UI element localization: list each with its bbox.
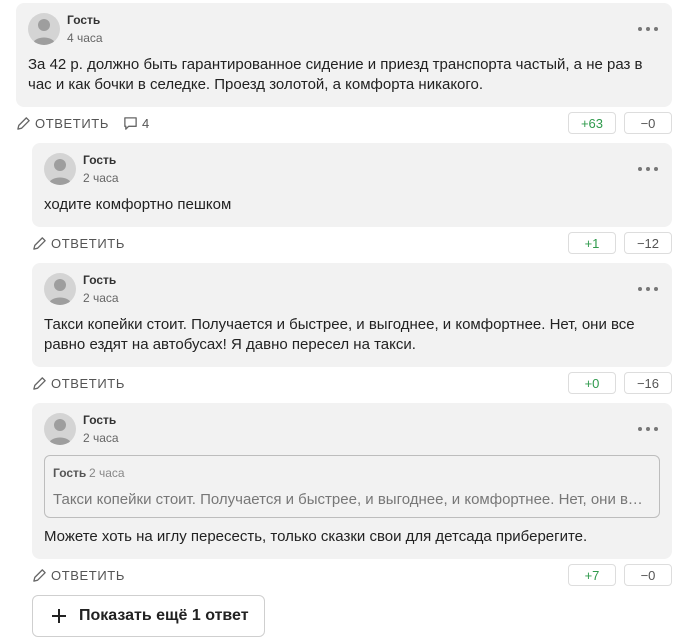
downvote-button[interactable]: −12 <box>624 232 672 254</box>
reply-button[interactable]: ОТВЕТИТЬ <box>32 236 125 251</box>
upvote-button[interactable]: +63 <box>568 112 616 134</box>
downvote-button[interactable]: −16 <box>624 372 672 394</box>
comment-text: Такси копейки стоит. Получается и быстре… <box>44 316 635 353</box>
comment-text: За 42 р. должно быть гарантированное сид… <box>28 56 643 93</box>
comment-author[interactable]: Гость <box>83 413 116 427</box>
more-dots-icon[interactable] <box>638 425 658 433</box>
comment-actions: ОТВЕТИТЬ 4 <box>16 111 150 135</box>
replies-count-button[interactable]: 4 <box>123 116 150 131</box>
more-dots-icon[interactable] <box>638 25 658 33</box>
quoted-comment[interactable]: Гость 2 часа Такси копейки стоит. Получа… <box>44 455 660 518</box>
reply-label: ОТВЕТИТЬ <box>51 375 125 391</box>
upvote-button[interactable]: +1 <box>568 232 616 254</box>
comment-card: Гость 2 часа ходите комфортно пешком <box>32 143 672 227</box>
comment-actions: ОТВЕТИТЬ <box>32 231 125 255</box>
reply-label: ОТВЕТИТЬ <box>51 567 125 583</box>
reply-label: ОТВЕТИТЬ <box>35 115 109 131</box>
avatar[interactable] <box>44 413 76 445</box>
avatar[interactable] <box>28 13 60 45</box>
comment-time: 2 часа <box>83 171 119 185</box>
avatar[interactable] <box>44 153 76 185</box>
more-dots-icon[interactable] <box>638 285 658 293</box>
reply-button[interactable]: ОТВЕТИТЬ <box>32 376 125 391</box>
pencil-icon <box>33 376 46 390</box>
comment-time: 2 часа <box>83 291 119 305</box>
pencil-icon <box>33 568 46 582</box>
show-more-label: Показать ещё 1 ответ <box>79 607 249 624</box>
pencil-icon <box>17 116 30 130</box>
pencil-icon <box>33 236 46 250</box>
comment-author[interactable]: Гость <box>83 153 116 167</box>
downvote-button[interactable]: −0 <box>624 112 672 134</box>
reply-button[interactable]: ОТВЕТИТЬ <box>32 568 125 583</box>
comment-author[interactable]: Гость <box>83 273 116 287</box>
avatar[interactable] <box>44 273 76 305</box>
more-dots-icon[interactable] <box>638 165 658 173</box>
quote-time: 2 часа <box>89 466 125 480</box>
plus-icon <box>52 609 66 623</box>
downvote-button[interactable]: −0 <box>624 564 672 586</box>
comment-icon <box>124 116 137 130</box>
upvote-button[interactable]: +0 <box>568 372 616 394</box>
reply-label: ОТВЕТИТЬ <box>51 235 125 251</box>
comment-card: Гость 2 часа Такси копейки стоит. Получа… <box>32 263 672 367</box>
quote-author: Гость <box>53 466 87 480</box>
comment-actions: ОТВЕТИТЬ <box>32 563 125 587</box>
replies-count: 4 <box>141 115 150 131</box>
comment-text: ходите комфортно пешком <box>44 196 232 213</box>
comment-time: 4 часа <box>67 31 103 45</box>
comment-actions: ОТВЕТИТЬ <box>32 371 125 395</box>
comment-card: Гость 4 часа За 42 р. должно быть гарант… <box>16 3 672 107</box>
comment-time: 2 часа <box>83 431 119 445</box>
comment-author[interactable]: Гость <box>67 13 100 27</box>
comment-text: Можете хоть на иглу пересесть, только ск… <box>44 528 588 545</box>
upvote-button[interactable]: +7 <box>568 564 616 586</box>
quote-text: Такси копейки стоит. Получается и быстре… <box>53 491 649 508</box>
reply-button[interactable]: ОТВЕТИТЬ <box>16 116 109 131</box>
show-more-replies-button[interactable]: Показать ещё 1 ответ <box>32 595 265 637</box>
